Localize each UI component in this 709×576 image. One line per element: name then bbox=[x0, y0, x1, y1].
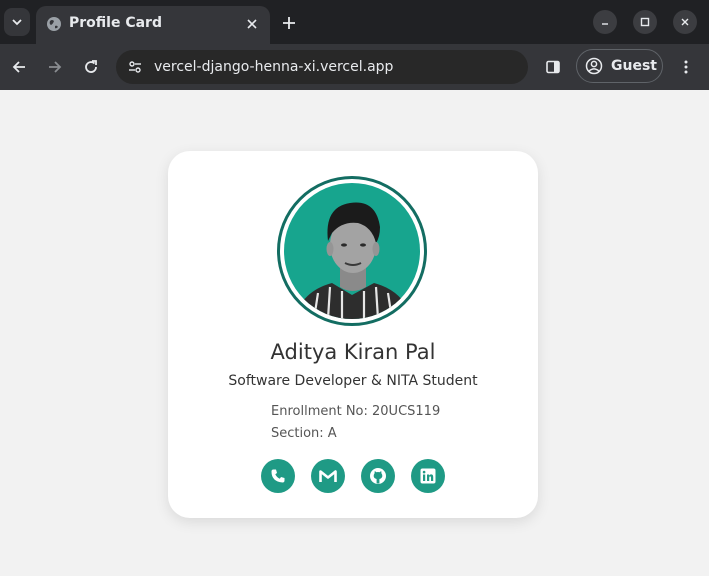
close-window-button[interactable] bbox=[673, 10, 697, 34]
avatar bbox=[277, 176, 427, 326]
kebab-menu-icon bbox=[684, 60, 688, 74]
profile-photo bbox=[284, 183, 420, 319]
reload-icon bbox=[85, 60, 97, 73]
phone-link[interactable] bbox=[261, 459, 295, 493]
linkedin-icon bbox=[420, 468, 436, 484]
section-info: Section: A bbox=[271, 426, 337, 441]
minimize-icon bbox=[602, 23, 608, 25]
chevron-down-icon bbox=[12, 19, 22, 26]
close-icon bbox=[247, 19, 257, 29]
page-viewport: Aditya Kiran Pal Software Developer & NI… bbox=[0, 90, 709, 576]
linkedin-link[interactable] bbox=[411, 459, 445, 493]
phone-icon bbox=[271, 469, 285, 483]
close-icon bbox=[681, 18, 689, 26]
tab-strip: Profile Card bbox=[0, 0, 709, 44]
url-text: vercel-django-henna-xi.vercel.app bbox=[154, 59, 394, 75]
person-illustration bbox=[294, 202, 412, 319]
profile-button[interactable]: Guest bbox=[576, 49, 663, 83]
account-circle-icon bbox=[585, 57, 603, 75]
profile-name: Aditya Kiran Pal bbox=[270, 340, 436, 364]
github-icon bbox=[370, 468, 386, 484]
gmail-link[interactable] bbox=[311, 459, 345, 493]
browser-toolbar: vercel-django-henna-xi.vercel.app Guest bbox=[0, 44, 709, 90]
gmail-icon bbox=[319, 470, 337, 482]
tab-search-button[interactable] bbox=[4, 8, 30, 36]
browser-menu-button[interactable] bbox=[674, 55, 698, 79]
maximize-icon bbox=[640, 17, 650, 27]
address-bar[interactable]: vercel-django-henna-xi.vercel.app bbox=[116, 50, 528, 84]
back-arrow-icon bbox=[12, 61, 25, 73]
new-tab-button[interactable] bbox=[278, 12, 300, 34]
social-links bbox=[261, 459, 451, 493]
forward-arrow-icon bbox=[49, 61, 62, 73]
globe-icon bbox=[47, 17, 61, 31]
forward-button[interactable] bbox=[43, 55, 67, 79]
github-link[interactable] bbox=[361, 459, 395, 493]
tab-profile-card[interactable]: Profile Card bbox=[36, 6, 270, 44]
profile-title: Software Developer & NITA Student bbox=[228, 373, 478, 389]
tune-icon bbox=[129, 61, 141, 73]
browser-window: Profile Card vercel-django-henna-xi.verc… bbox=[0, 0, 709, 576]
profile-card: Aditya Kiran Pal Software Developer & NI… bbox=[168, 151, 538, 518]
plus-icon bbox=[283, 17, 295, 29]
reload-button[interactable] bbox=[79, 55, 103, 79]
side-panel-icon bbox=[546, 60, 560, 74]
site-info-button[interactable] bbox=[124, 56, 146, 78]
profile-label: Guest bbox=[611, 58, 657, 74]
maximize-button[interactable] bbox=[633, 10, 657, 34]
minimize-button[interactable] bbox=[593, 10, 617, 34]
tab-close-button[interactable] bbox=[242, 14, 262, 34]
tab-title: Profile Card bbox=[69, 15, 162, 31]
back-button[interactable] bbox=[7, 55, 31, 79]
side-panel-button[interactable] bbox=[541, 55, 565, 79]
enrollment-number: Enrollment No: 20UCS119 bbox=[271, 404, 441, 419]
